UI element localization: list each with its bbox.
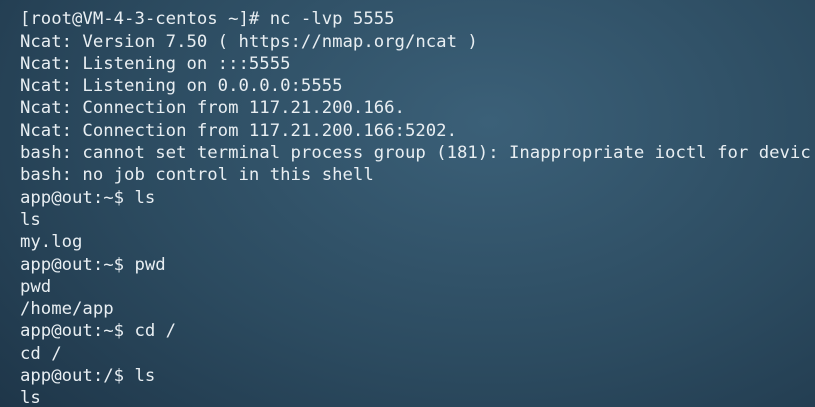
terminal-line-connection: Ncat: Connection from 117.21.200.166. — [20, 98, 405, 119]
terminal-line-prompt-pwd: app@out:~$ pwd — [20, 254, 166, 275]
terminal-line-listening-ipv6: Ncat: Listening on :::5555 — [20, 53, 291, 74]
terminal-line-prompt-cd: app@out:~$ cd / — [20, 321, 177, 342]
terminal-line-ncat-version: Ncat: Version 7.50 ( https://nmap.org/nc… — [20, 31, 478, 52]
terminal-line-prompt-ls: app@out:~$ ls — [20, 187, 156, 208]
terminal-line-home-app: /home/app — [20, 299, 114, 320]
terminal-line-no-job-control: bash: no job control in this shell — [20, 165, 374, 186]
terminal-line-echo-pwd: pwd — [20, 276, 52, 297]
terminal-line-echo-ls: ls — [20, 209, 41, 230]
terminal-line-echo-ls-root: ls — [20, 388, 41, 407]
terminal-line-echo-cd: cd / — [20, 343, 62, 364]
terminal-line-bash-warning: bash: cannot set terminal process group … — [20, 143, 811, 164]
terminal-line-nc-command: [root@VM-4-3-centos ~]# nc -lvp 5555 — [20, 9, 395, 30]
terminal-line-listening-ipv4: Ncat: Listening on 0.0.0.0:5555 — [20, 76, 343, 97]
terminal-line-file-mylog: my.log — [20, 232, 83, 253]
terminal-output: ~ [root@VM-4-3-centos ~]# nc -lvp 5555 N… — [20, 0, 811, 407]
terminal-line-prompt-ls-root: app@out:/$ ls — [20, 366, 156, 387]
terminal-line-connection-port: Ncat: Connection from 117.21.200.166:520… — [20, 120, 457, 141]
terminal-window[interactable]: ~ [root@VM-4-3-centos ~]# nc -lvp 5555 N… — [0, 0, 815, 407]
terminal-line-partial: ~ — [20, 0, 811, 8]
